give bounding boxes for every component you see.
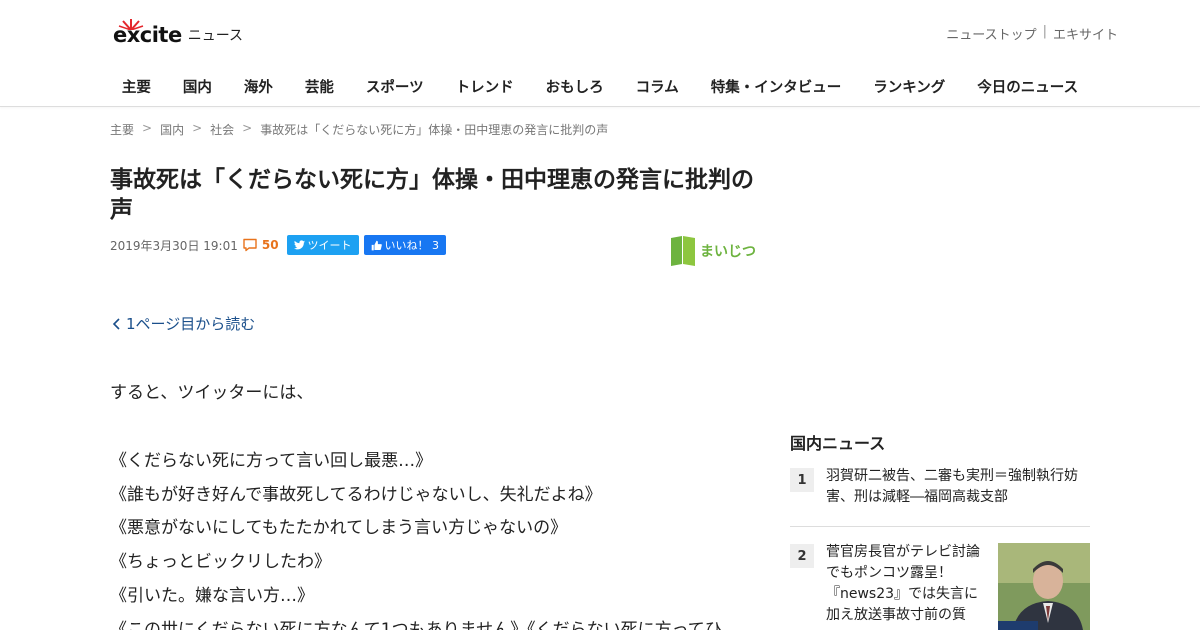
source-book-icon <box>671 236 695 266</box>
breadcrumb-item-domestic[interactable]: 国内 <box>160 121 184 138</box>
news-photo-image <box>998 543 1090 630</box>
breadcrumb-item-current: 事故死は「くだらない死に方」体操・田中理恵の発言に批判の声 <box>260 123 609 137</box>
nav-item-today[interactable]: 今日のニュース <box>961 76 1094 97</box>
nav-item-funny[interactable]: おもしろ <box>530 76 620 97</box>
body-paragraph: 《くだらない死に方って言い回し最悪…》 <box>110 451 433 471</box>
nav-item-domestic[interactable]: 国内 <box>167 76 228 97</box>
like-label: いいね！ 3 <box>384 239 440 252</box>
nav-item-ranking[interactable]: ランキング <box>857 76 961 97</box>
body-paragraph: 《誰もが好き好んで事故死してるわけじゃないし、失礼だよね》 <box>110 485 602 505</box>
breadcrumb-separator: > <box>142 121 153 135</box>
body-paragraph: 《ちょっとビックリしたわ》 <box>110 552 331 572</box>
article-title: 事故死は「くだらない死に方」体操・田中理恵の発言に批判の声 <box>110 167 754 223</box>
comment-icon[interactable] <box>242 238 258 252</box>
ranking-divider <box>790 526 1090 527</box>
article-meta: 2019年3月30日 19:01 50 ツイート いいね！ 3 <box>110 235 447 255</box>
tweet-button[interactable]: ツイート <box>286 235 359 255</box>
top-links: ニューストップ | エキサイト <box>946 24 1118 43</box>
body-paragraph: 《悪意がないにしてもたたかれてしまう言い方じゃないの》 <box>110 518 568 538</box>
comment-count[interactable]: 50 <box>262 238 279 252</box>
sidebar-title: 国内ニュース <box>790 434 886 453</box>
nav-item-trend[interactable]: トレンド <box>440 76 530 97</box>
breadcrumb-item-society[interactable]: 社会 <box>210 121 234 138</box>
body-paragraph: すると、ツイッターには、 <box>110 383 314 403</box>
breadcrumb: 主要 > 国内 > 社会 > 事故死は「くだらない死に方」体操・田中理恵の発言に… <box>110 121 608 138</box>
rank-number: 2 <box>790 544 814 568</box>
breadcrumb-separator: > <box>192 121 203 135</box>
prev-page-link[interactable]: 1ページ目から読む <box>112 313 255 334</box>
body-paragraph: 《引いた。嫌な言い方…》 <box>110 586 314 606</box>
logo-suffix: ニュース <box>187 28 244 44</box>
chevron-left-icon <box>112 317 120 330</box>
toplink-separator: | <box>1042 24 1047 39</box>
tweet-label: ツイート <box>307 239 352 252</box>
toplink-excite[interactable]: エキサイト <box>1053 24 1118 43</box>
logo-burst-icon <box>118 19 144 30</box>
body-paragraph: 《この世にくだらない死に方なんて1つもありません》《くだらない死に方ってひ <box>110 620 722 630</box>
logo-wordmark: excite <box>113 19 182 46</box>
nav-item-overseas[interactable]: 海外 <box>228 76 289 97</box>
nav-item-column[interactable]: コラム <box>620 76 695 97</box>
excite-news-logo[interactable]: excite ニュース <box>113 12 243 46</box>
ranking-item[interactable]: 1 羽賀研二被告、二審も実刑＝強制執行妨害、刑は減軽―福岡高裁支部 <box>790 466 1090 514</box>
prev-page-label: 1ページ目から読む <box>126 315 256 333</box>
ranking-headline: 菅官房長官がテレビ討論でもポンコツ露呈！『news23』では失言に加え放送事故寸… <box>826 544 980 623</box>
source-logo[interactable]: まいじつ <box>670 235 756 267</box>
nav-item-main[interactable]: 主要 <box>106 76 167 97</box>
ranking-headline: 羽賀研二被告、二審も実刑＝強制執行妨害、刑は減軽―福岡高裁支部 <box>826 468 1078 505</box>
rank-number: 1 <box>790 468 814 492</box>
source-name: まいじつ <box>700 244 756 260</box>
thumbs-up-icon <box>371 240 382 250</box>
like-button[interactable]: いいね！ 3 <box>363 235 447 255</box>
twitter-bird-icon <box>293 240 305 250</box>
breadcrumb-item-main[interactable]: 主要 <box>110 121 134 138</box>
main-nav: 主要 国内 海外 芸能 スポーツ トレンド おもしろ コラム 特集・インタビュー… <box>0 76 1200 97</box>
nav-item-features[interactable]: 特集・インタビュー <box>695 76 858 97</box>
ranking-thumbnail[interactable] <box>998 543 1090 630</box>
site-header: excite ニュース ニューストップ | エキサイト 主要 国内 海外 芸能 … <box>0 0 1200 107</box>
article-date: 2019年3月30日 19:01 <box>110 238 238 253</box>
toplink-news-top[interactable]: ニューストップ <box>946 24 1036 43</box>
breadcrumb-separator: > <box>242 121 253 135</box>
nav-item-sports[interactable]: スポーツ <box>350 76 440 97</box>
nav-item-entertainment[interactable]: 芸能 <box>289 76 350 97</box>
